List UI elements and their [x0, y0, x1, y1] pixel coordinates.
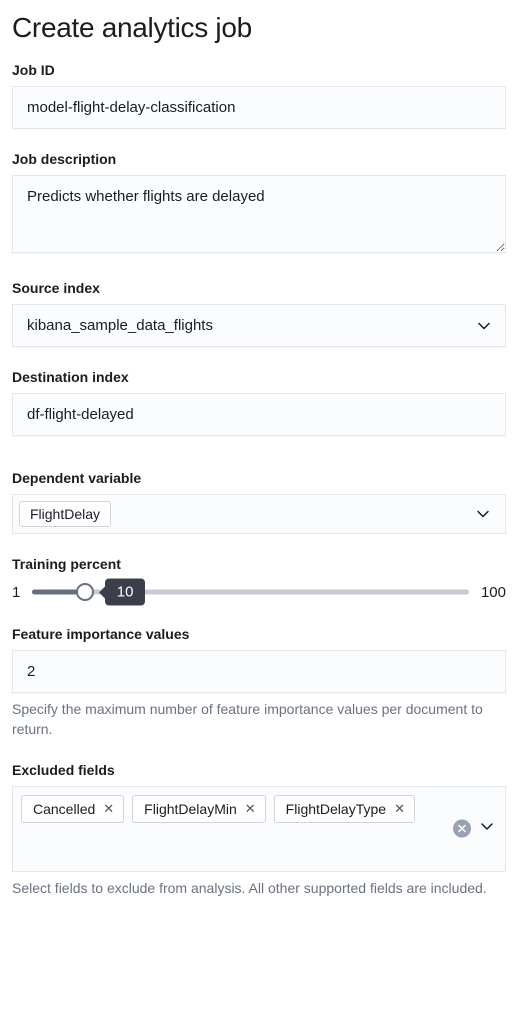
field-destination-index: Destination index — [12, 369, 506, 436]
chevron-down-icon[interactable] — [479, 818, 495, 839]
tag-excluded-field: Cancelled ✕ — [21, 795, 124, 823]
label-feature-importance: Feature importance values — [12, 626, 506, 642]
pill-dependent-variable: FlightDelay — [19, 501, 111, 527]
tag-excluded-field: FlightDelayMin ✕ — [132, 795, 266, 823]
multiselect-excluded-fields[interactable]: Cancelled ✕ FlightDelayMin ✕ FlightDelay… — [12, 786, 506, 872]
field-training-percent: Training percent 1 10 100 — [12, 556, 506, 604]
label-training-percent: Training percent — [12, 556, 506, 572]
field-excluded-fields: Excluded fields Cancelled ✕ FlightDelayM… — [12, 762, 506, 898]
label-dependent-variable: Dependent variable — [12, 470, 506, 486]
tag-label: FlightDelayMin — [144, 801, 237, 817]
page-title: Create analytics job — [12, 12, 506, 44]
field-feature-importance: Feature importance values Specify the ma… — [12, 626, 506, 740]
slider-min: 1 — [12, 584, 20, 601]
input-feature-importance[interactable] — [12, 650, 506, 693]
input-destination-index[interactable] — [12, 393, 506, 436]
slider-max: 100 — [481, 584, 506, 601]
close-icon[interactable]: ✕ — [103, 802, 114, 815]
label-job-id: Job ID — [12, 62, 506, 78]
slider-training-percent[interactable]: 10 — [32, 580, 469, 604]
label-destination-index: Destination index — [12, 369, 506, 385]
tag-label: Cancelled — [33, 801, 95, 817]
label-source-index: Source index — [12, 280, 506, 296]
field-job-id: Job ID — [12, 62, 506, 129]
input-job-id[interactable] — [12, 86, 506, 129]
label-job-description: Job description — [12, 151, 506, 167]
field-job-description: Job description Predicts whether flights… — [12, 151, 506, 258]
help-excluded-fields: Select fields to exclude from analysis. … — [12, 878, 506, 898]
label-excluded-fields: Excluded fields — [12, 762, 506, 778]
textarea-job-description[interactable]: Predicts whether flights are delayed — [12, 175, 506, 253]
close-icon[interactable]: ✕ — [245, 802, 256, 815]
tag-excluded-field: FlightDelayType ✕ — [274, 795, 415, 823]
close-icon[interactable]: ✕ — [394, 802, 405, 815]
chevron-down-icon — [475, 506, 491, 522]
field-source-index: Source index kibana_sample_data_flights — [12, 280, 506, 347]
select-source-index[interactable]: kibana_sample_data_flights — [12, 304, 506, 347]
clear-icon[interactable] — [453, 820, 471, 838]
help-feature-importance: Specify the maximum number of feature im… — [12, 699, 506, 740]
select-dependent-variable[interactable]: FlightDelay — [12, 494, 506, 534]
field-dependent-variable: Dependent variable FlightDelay — [12, 470, 506, 534]
slider-thumb[interactable] — [76, 583, 94, 601]
tag-label: FlightDelayType — [286, 801, 386, 817]
slider-tooltip: 10 — [105, 579, 146, 606]
